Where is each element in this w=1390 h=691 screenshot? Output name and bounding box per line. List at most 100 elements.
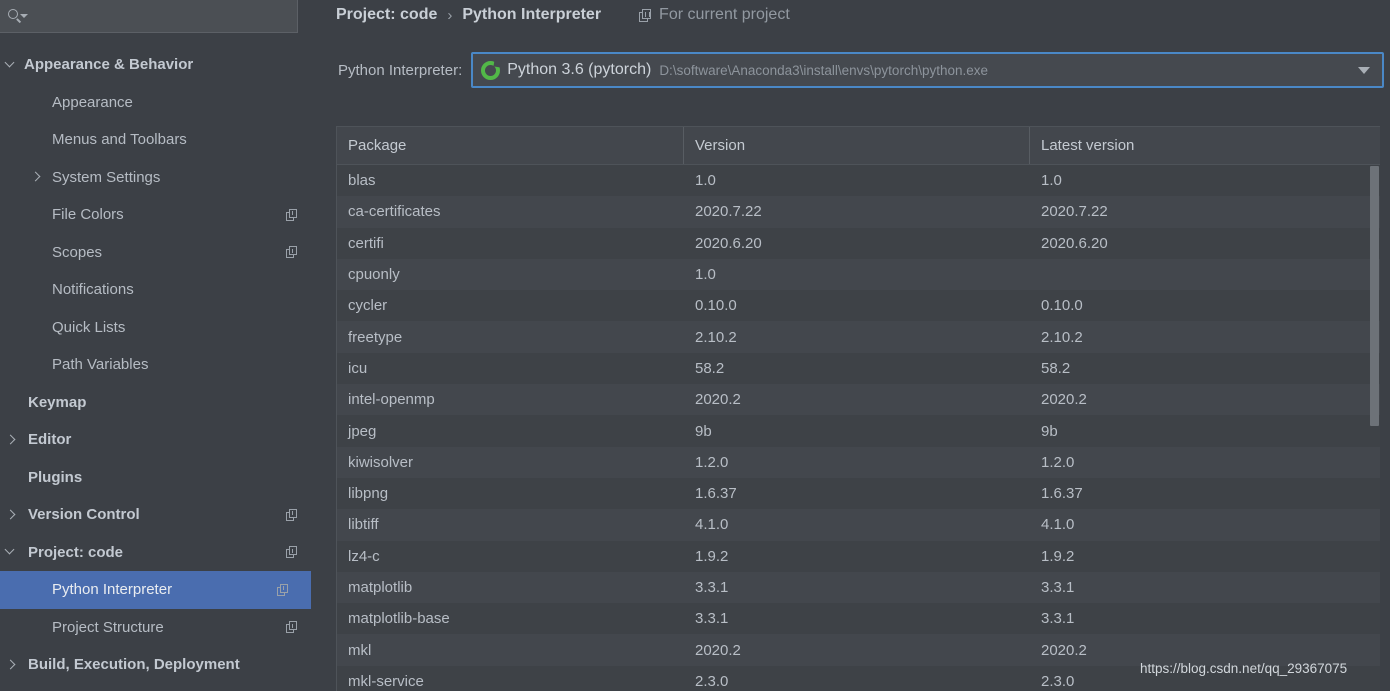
sidebar-item-label: Python Interpreter	[52, 581, 173, 599]
sidebar-item-label: Version Control	[28, 506, 140, 524]
sidebar-item-label: Appearance	[52, 93, 133, 111]
watermark: https://blog.csdn.net/qq_29367075	[1140, 661, 1348, 676]
chevron-right-icon[interactable]	[6, 660, 16, 670]
for-current-project[interactable]: For current project	[639, 6, 790, 24]
table-scrollbar[interactable]	[1369, 166, 1380, 691]
cell-latest: 3.3.1	[1041, 610, 1075, 628]
sidebar-item-quick-lists[interactable]: Quick Lists	[0, 309, 320, 347]
interpreter-label: Python Interpreter:	[338, 61, 463, 79]
column-header-version[interactable]: Version	[684, 127, 1030, 164]
cell-version: 1.6.37	[695, 485, 737, 503]
sidebar-item-label: Plugins	[28, 468, 83, 486]
packages-table: Package Version Latest version blas 1.0 1.…	[336, 126, 1380, 691]
sidebar-item-build-execution-deployment[interactable]: Build, Execution, Deployment	[0, 646, 320, 684]
sidebar-item-system-settings[interactable]: System Settings	[0, 159, 320, 197]
breadcrumb-item-project[interactable]: Project: code	[336, 6, 437, 24]
cell-version: 58.2	[695, 359, 725, 377]
copy-icon	[639, 8, 652, 22]
sidebar-item-menus-and-toolbars[interactable]: Menus and Toolbars	[0, 121, 320, 159]
cell-package: icu	[348, 359, 368, 377]
cell-version: 1.2.0	[695, 453, 729, 471]
cell-version: 2020.2	[695, 391, 741, 409]
cell-latest: 1.6.37	[1041, 485, 1083, 503]
cell-latest: 1.0	[1041, 172, 1062, 190]
cell-version: 1.9.2	[695, 547, 729, 565]
table-row[interactable]: ca-certificates 2020.7.22 2020.7.22	[337, 196, 1380, 228]
sidebar-item-project-structure[interactable]: Project Structure	[0, 609, 320, 647]
cell-latest: 2020.2	[1041, 641, 1087, 659]
sidebar-item-label: System Settings	[52, 168, 161, 186]
interpreter-row: Python Interpreter: Python 3.6 (pytorch)…	[338, 52, 1384, 88]
table-row[interactable]: libtiff 4.1.0 4.1.0	[337, 509, 1380, 541]
table-row[interactable]: cpuonly 1.0	[337, 258, 1380, 291]
chevron-down-icon[interactable]	[6, 547, 16, 557]
cell-version: 2.3.0	[695, 672, 729, 690]
cell-package: freetype	[348, 328, 403, 346]
cell-package: mkl	[348, 641, 372, 659]
sidebar-item-editor[interactable]: Editor	[0, 421, 320, 459]
search-box[interactable]	[0, 0, 298, 33]
table-row[interactable]: cycler 0.10.0 0.10.0	[337, 290, 1380, 322]
sidebar-item-appearance[interactable]: Appearance	[0, 84, 320, 122]
cell-package: matplotlib	[348, 579, 413, 596]
interpreter-path: D:\software\Anaconda3\install\envs\pytor…	[659, 62, 988, 78]
cell-package: jpeg	[348, 422, 377, 440]
sidebar-item-label: Keymap	[28, 393, 87, 411]
sidebar-item-version-control[interactable]: Version Control	[0, 496, 320, 534]
table-row[interactable]: icu 58.2 58.2	[337, 352, 1380, 385]
search-input[interactable]	[26, 5, 297, 27]
sidebar-item-scopes[interactable]: Scopes	[0, 234, 320, 272]
chevron-right-icon[interactable]	[31, 172, 41, 182]
sidebar-item-label: Scopes	[52, 243, 103, 261]
chevron-right-icon[interactable]	[6, 510, 16, 520]
sidebar-item-path-variables[interactable]: Path Variables	[0, 346, 320, 384]
copy-icon	[286, 246, 298, 259]
cell-latest: 4.1.0	[1041, 516, 1075, 534]
settings-dialog: Appearance & Behavior Appearance Menus and…	[0, 0, 1390, 691]
cell-version: 9b	[695, 422, 712, 440]
cell-latest: 9b	[1041, 422, 1058, 440]
settings-sidebar: Appearance & Behavior Appearance Menus and…	[0, 0, 320, 691]
table-row[interactable]: intel-openmp 2020.2 2020.2	[337, 384, 1380, 416]
sidebar-item-project-code[interactable]: Project: code	[0, 534, 320, 572]
sidebar-item-keymap[interactable]: Keymap	[0, 384, 320, 422]
table-row[interactable]: kiwisolver 1.2.0 1.2.0	[337, 446, 1380, 478]
table-row[interactable]: lz4-c 1.9.2 1.9.2	[337, 540, 1380, 572]
cell-package: blas	[348, 172, 376, 190]
sidebar-item-label: Project Structure	[52, 618, 164, 636]
table-row[interactable]: certifi 2020.6.20 2020.6.20	[337, 227, 1380, 259]
table-row[interactable]: matplotlib 3.3.1 3.3.1	[337, 571, 1380, 604]
copy-icon	[286, 208, 298, 221]
cell-package: certifi	[348, 234, 384, 252]
breadcrumb-separator-icon: ›	[447, 6, 453, 24]
table-row[interactable]: blas 1.0 1.0	[337, 165, 1380, 197]
copy-icon	[286, 621, 298, 634]
interpreter-select[interactable]: Python 3.6 (pytorch) D:\software\Anacond…	[471, 52, 1384, 88]
breadcrumb-item-python-interpreter[interactable]: Python Interpreter	[462, 6, 601, 24]
cell-package: cycler	[348, 297, 388, 315]
column-header-latest-version[interactable]: Latest version	[1030, 127, 1380, 164]
for-current-project-label: For current project	[659, 6, 790, 23]
chevron-down-icon[interactable]	[1358, 67, 1370, 74]
settings-tree: Appearance & Behavior Appearance Menus and…	[0, 46, 320, 684]
table-row[interactable]: libpng 1.6.37 1.6.37	[337, 477, 1380, 510]
sidebar-item-notifications[interactable]: Notifications	[0, 271, 320, 309]
sidebar-item-label: Notifications	[52, 281, 134, 299]
table-row[interactable]: jpeg 9b 9b	[337, 415, 1380, 447]
sidebar-item-appearance-behavior[interactable]: Appearance & Behavior	[0, 46, 320, 84]
cell-version: 1.0	[695, 172, 716, 190]
cell-latest: 3.3.1	[1041, 579, 1075, 596]
cell-package: libtiff	[348, 516, 379, 534]
chevron-right-icon[interactable]	[6, 435, 16, 445]
table-body: blas 1.0 1.0 ca-certificates 2020.7.22 2020.7…	[337, 165, 1380, 691]
table-scrollbar-thumb[interactable]	[1370, 166, 1379, 426]
chevron-down-icon[interactable]	[6, 60, 16, 70]
table-row[interactable]: matplotlib-base 3.3.1 3.3.1	[337, 603, 1380, 635]
cell-latest: 2.10.2	[1041, 328, 1083, 346]
column-header-package[interactable]: Package	[337, 127, 684, 164]
sidebar-item-plugins[interactable]: Plugins	[0, 459, 320, 497]
sidebar-item-file-colors[interactable]: File Colors	[0, 196, 320, 234]
table-row[interactable]: freetype 2.10.2 2.10.2	[337, 321, 1380, 353]
sidebar-item-python-interpreter[interactable]: Python Interpreter	[0, 571, 311, 609]
cell-version: 0.10.0	[695, 297, 737, 315]
